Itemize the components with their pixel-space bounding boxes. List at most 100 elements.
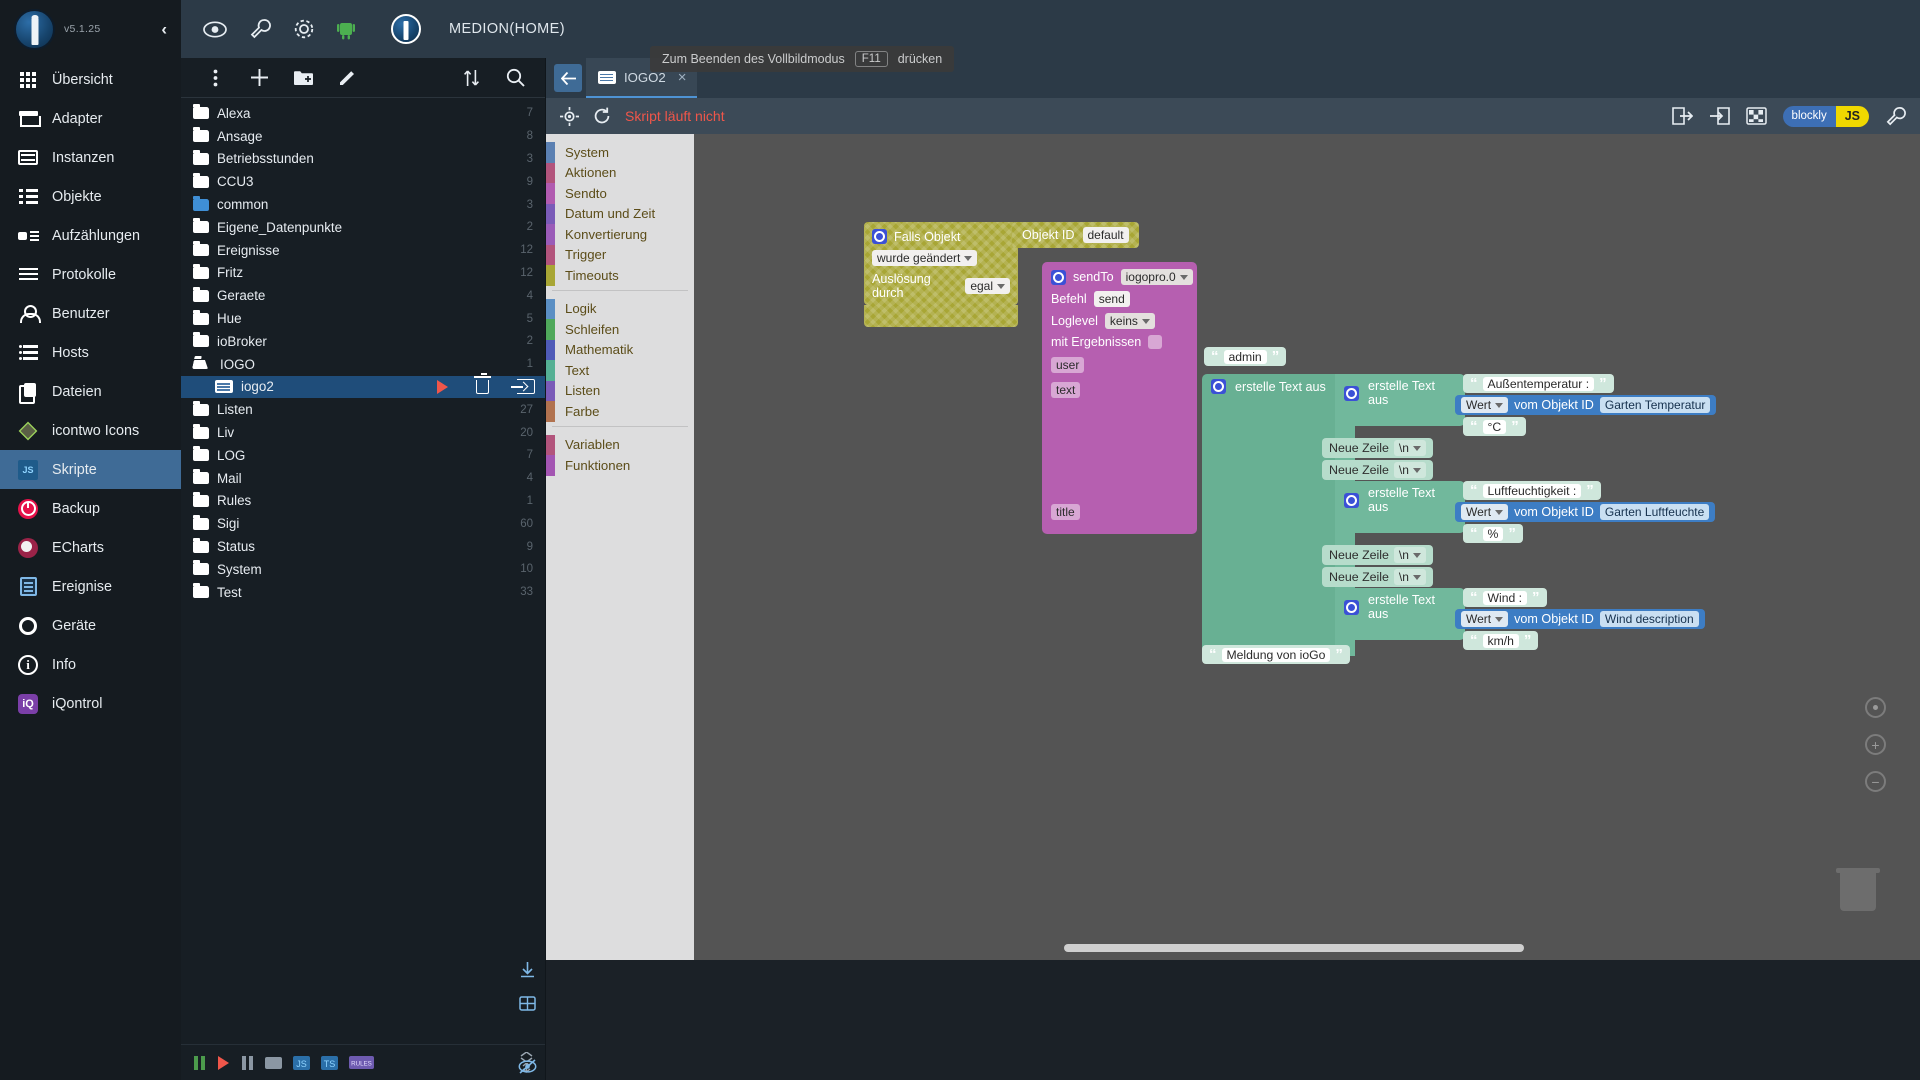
blockly-js-toggle[interactable]: blockly JS (1782, 105, 1869, 127)
sidebar-item-instanzen[interactable]: Instanzen (0, 138, 181, 177)
checkerboard-icon[interactable] (1745, 107, 1767, 125)
new-folder-icon[interactable] (281, 59, 325, 97)
segment-2-unit[interactable]: % (1482, 526, 1504, 541)
js-badge[interactable]: JS (293, 1055, 310, 1070)
sidebar-item-adapter[interactable]: Adapter (0, 99, 181, 138)
segment-1-unit[interactable]: °C (1482, 419, 1507, 434)
toolbox-item-datum-und-zeit[interactable]: Datum und Zeit (546, 203, 694, 224)
value-dropdown[interactable]: Wert (1461, 611, 1509, 627)
tree-row-ccu3[interactable]: CCU3 9 (181, 170, 545, 193)
log-icon[interactable] (513, 989, 541, 1017)
pause-icon[interactable] (193, 1055, 206, 1070)
eye-off-icon[interactable] (513, 1052, 541, 1080)
sidebar-item-info[interactable]: i Info (0, 645, 181, 684)
segment-3-unit[interactable]: km/h (1482, 633, 1519, 648)
sidebar-item-icontwo-icons[interactable]: icontwo Icons (0, 411, 181, 450)
toolbox-item-timeouts[interactable]: Timeouts (546, 265, 694, 286)
sendto-cmd-value[interactable]: send (1093, 291, 1130, 307)
user-string-value[interactable]: admin (1223, 349, 1267, 364)
crosshair-icon[interactable] (560, 106, 579, 126)
tree-row-ereignisse[interactable]: Ereignisse 12 (181, 239, 545, 262)
toolbox-item-farbe[interactable]: Farbe (546, 401, 694, 422)
newline-dropdown[interactable]: \n (1393, 547, 1426, 563)
gear-icon[interactable] (1344, 385, 1359, 401)
segment-2-unit-block[interactable]: “ % ” (1463, 524, 1523, 543)
sidebar-item-objekte[interactable]: Objekte (0, 177, 181, 216)
export-icon[interactable] (511, 379, 535, 395)
zoom-in-button[interactable]: + (1865, 734, 1886, 755)
sidebar-item-benutzer[interactable]: Benutzer (0, 294, 181, 333)
pencil-icon[interactable] (325, 59, 369, 97)
tree-row-liv[interactable]: Liv 20 (181, 421, 545, 444)
newline-dropdown[interactable]: \n (1393, 440, 1426, 456)
back-button[interactable] (554, 64, 582, 92)
sort-icon[interactable] (449, 59, 493, 97)
tree-row-log[interactable]: LOG 7 (181, 444, 545, 467)
segment-2-caption-block[interactable]: “ Luftfeuchtigkeit : ” (1463, 481, 1601, 500)
segment-2-caption[interactable]: Luftfeuchtigkeit : (1482, 483, 1582, 498)
play-icon[interactable] (437, 379, 448, 394)
tree-row-betriebsstunden[interactable]: Betriebsstunden 3 (181, 148, 545, 171)
newline-block-4[interactable]: Neue Zeile \n (1322, 567, 1433, 587)
plus-icon[interactable] (237, 59, 281, 97)
create-text-segment-1[interactable]: erstelle Text aus (1335, 374, 1465, 426)
export-blocks-icon[interactable] (1671, 107, 1693, 125)
tree-row-test[interactable]: Test 33 (181, 581, 545, 604)
segment-3-objid[interactable]: Wind description (1599, 611, 1699, 627)
blockly-canvas[interactable]: Falls Objekt wurde geändert Auslösung du… (694, 134, 1920, 960)
trigger-block[interactable]: Falls Objekt wurde geändert Auslösung du… (864, 222, 1018, 305)
value-dropdown[interactable]: Wert (1461, 397, 1509, 413)
tree-row-sigi[interactable]: Sigi 60 (181, 512, 545, 535)
horizontal-scrollbar[interactable] (1064, 944, 1524, 952)
sidebar-item-aufzaehlungen[interactable]: Aufzählungen (0, 216, 181, 255)
segment-2-value-block[interactable]: Wert vom Objekt ID Garten Luftfeuchte (1455, 502, 1716, 522)
user-string-block[interactable]: “ admin ” (1204, 347, 1287, 366)
sidebar-item-uebersicht[interactable]: Übersicht (0, 60, 181, 99)
tree-row-geraete[interactable]: Geraete 4 (181, 284, 545, 307)
newline-block-1[interactable]: Neue Zeile \n (1322, 438, 1433, 458)
sidebar-collapse-button[interactable]: ‹ (161, 21, 167, 38)
wrench-icon[interactable] (249, 18, 271, 40)
create-text-segment-3[interactable]: erstelle Text aus (1335, 588, 1465, 640)
segment-3-unit-block[interactable]: “ km/h ” (1463, 631, 1539, 650)
results-checkbox[interactable] (1148, 335, 1163, 349)
segment-1-value-block[interactable]: Wert vom Objekt ID Garten Temperatur (1455, 395, 1717, 415)
tree-row-iogo2[interactable]: iogo2 (181, 372, 545, 399)
trigger-by-dropdown[interactable]: egal (965, 278, 1010, 294)
sidebar-item-iqontrol[interactable]: iQ iQontrol (0, 684, 181, 723)
sidebar-item-dateien[interactable]: Dateien (0, 372, 181, 411)
toolbox-item-system[interactable]: System (546, 142, 694, 163)
tree-row-hue[interactable]: Hue 5 (181, 307, 545, 330)
sidebar-item-echarts[interactable]: ECharts (0, 528, 181, 567)
sidebar-item-hosts[interactable]: Hosts (0, 333, 181, 372)
reload-icon[interactable] (593, 107, 611, 125)
center-icon[interactable] (1865, 697, 1886, 718)
sendto-instance-dropdown[interactable]: iogopro.0 (1120, 269, 1193, 285)
toolbox-item-variablen[interactable]: Variablen (546, 434, 694, 455)
toolbox-item-sendto[interactable]: Sendto (546, 183, 694, 204)
toolbox-item-schleifen[interactable]: Schleifen (546, 319, 694, 340)
ts-badge[interactable]: TS (321, 1055, 338, 1070)
tree-row-iobroker[interactable]: ioBroker 2 (181, 330, 545, 353)
more-vertical-icon[interactable] (193, 59, 237, 97)
gear-icon[interactable] (1344, 599, 1359, 615)
segment-3-caption[interactable]: Wind : (1482, 590, 1528, 605)
title-string-value[interactable]: Meldung von ioGo (1221, 647, 1331, 662)
segment-1-unit-block[interactable]: “ °C ” (1463, 417, 1526, 436)
tree-row-system[interactable]: System 10 (181, 558, 545, 581)
sidebar-item-geraete[interactable]: Geräte (0, 606, 181, 645)
pause2-icon[interactable] (241, 1055, 254, 1070)
zoom-out-button[interactable]: − (1865, 771, 1886, 792)
object-id-block[interactable]: Objekt ID default (1012, 222, 1139, 248)
tree-row-alexa[interactable]: Alexa 7 (181, 102, 545, 125)
toolbox-item-mathematik[interactable]: Mathematik (546, 339, 694, 360)
newline-block-2[interactable]: Neue Zeile \n (1322, 460, 1433, 480)
import-blocks-icon[interactable] (1709, 107, 1730, 125)
segment-1-objid[interactable]: Garten Temperatur (1599, 397, 1711, 413)
value-dropdown[interactable]: Wert (1461, 504, 1509, 520)
tree-row-eigene-datenpunkte[interactable]: Eigene_Datenpunkte 2 (181, 216, 545, 239)
object-id-value[interactable]: default (1082, 227, 1129, 243)
tree-row-fritz[interactable]: Fritz 12 (181, 262, 545, 285)
toolbox-item-text[interactable]: Text (546, 360, 694, 381)
tree-row-listen[interactable]: Listen 27 (181, 398, 545, 421)
